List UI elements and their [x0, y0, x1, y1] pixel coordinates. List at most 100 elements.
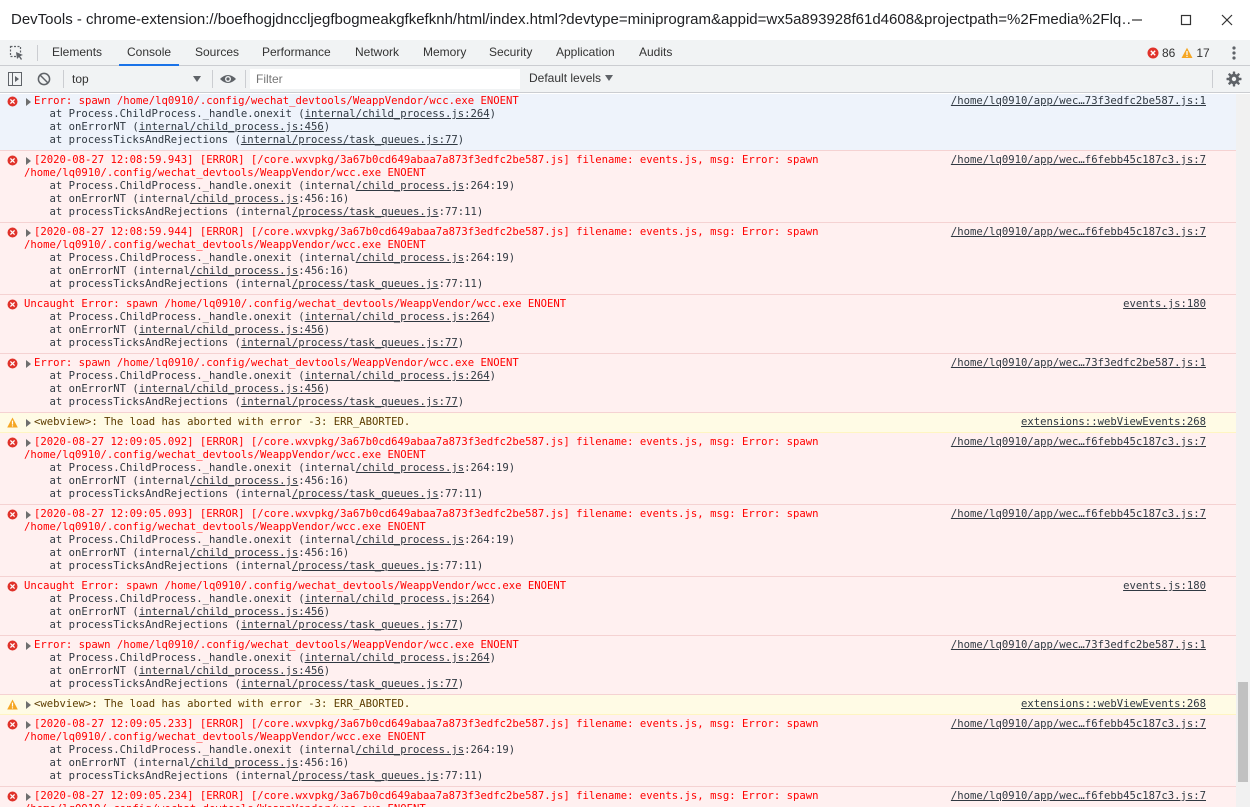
- expand-triangle-icon[interactable]: [26, 720, 31, 729]
- console-message-error[interactable]: [2020-08-27 12:08:59.943] [ERROR] [/core…: [0, 151, 1236, 223]
- console-message-error[interactable]: Error: spawn /home/lq0910/.config/wechat…: [0, 94, 1236, 151]
- tab-security[interactable]: Security: [489, 40, 532, 65]
- console-message-error[interactable]: [2020-08-27 12:09:05.093] [ERROR] [/core…: [0, 505, 1236, 577]
- stack-frame-link[interactable]: /child_process.js: [356, 534, 464, 546]
- source-link[interactable]: /home/lq0910/app/wec…73f3edfc2be587.js:1: [951, 95, 1206, 108]
- stack-frame-link[interactable]: internal/child_process.js:264: [305, 108, 490, 120]
- stack-frame-link[interactable]: /child_process.js: [356, 744, 464, 756]
- tab-console[interactable]: Console: [118, 40, 180, 66]
- console-message-warning[interactable]: <webview>: The load has aborted with err…: [0, 695, 1236, 715]
- more-options-button[interactable]: [1228, 44, 1240, 62]
- console-message-error[interactable]: Uncaught Error: spawn /home/lq0910/.conf…: [0, 295, 1236, 354]
- source-link[interactable]: events.js:180: [1123, 580, 1206, 593]
- source-link[interactable]: /home/lq0910/app/wec…73f3edfc2be587.js:1: [951, 357, 1206, 370]
- expand-triangle-icon[interactable]: [26, 510, 31, 519]
- show-sidebar-button[interactable]: [8, 72, 22, 91]
- message-text: [2020-08-27 12:08:59.944] [ERROR] [/core…: [34, 226, 819, 238]
- console-message-error[interactable]: [2020-08-27 12:09:05.092] [ERROR] [/core…: [0, 433, 1236, 505]
- message-text: Uncaught Error: spawn /home/lq0910/.conf…: [24, 580, 567, 592]
- error-count-icon: [1147, 47, 1159, 59]
- stack-frame-link[interactable]: internal/process/task_queues.js:77: [241, 396, 458, 408]
- console-scrollbar[interactable]: [1236, 94, 1250, 807]
- stack-frame-link[interactable]: internal/process/task_queues.js:77: [241, 337, 458, 349]
- stack-frame-link[interactable]: /child_process.js: [356, 462, 464, 474]
- tab-application[interactable]: Application: [556, 40, 615, 65]
- source-link[interactable]: events.js:180: [1123, 298, 1206, 311]
- console-message-error[interactable]: [2020-08-27 12:09:05.233] [ERROR] [/core…: [0, 715, 1236, 787]
- stack-frame-link[interactable]: internal/child_process.js:456: [139, 383, 324, 395]
- expand-triangle-icon[interactable]: [26, 641, 31, 650]
- issue-counter[interactable]: 86 17: [1147, 46, 1210, 60]
- minimize-button[interactable]: [1114, 0, 1160, 40]
- filter-input[interactable]: [250, 69, 520, 89]
- source-link[interactable]: extensions::webViewEvents:268: [1021, 698, 1206, 711]
- close-button[interactable]: [1204, 0, 1250, 40]
- console-message-error[interactable]: Error: spawn /home/lq0910/.config/wechat…: [0, 354, 1236, 413]
- tab-performance[interactable]: Performance: [262, 40, 331, 65]
- message-text: Error: spawn /home/lq0910/.config/wechat…: [34, 95, 519, 107]
- context-selector[interactable]: top: [64, 68, 206, 90]
- console-settings-button[interactable]: [1226, 71, 1242, 92]
- clear-console-button[interactable]: [37, 72, 51, 91]
- maximize-button[interactable]: [1163, 0, 1209, 40]
- tab-network[interactable]: Network: [355, 40, 399, 65]
- source-link[interactable]: extensions::webViewEvents:268: [1021, 416, 1206, 429]
- stack-frame-link[interactable]: /process/task_queues.js: [292, 488, 439, 500]
- expand-triangle-icon[interactable]: [26, 359, 31, 368]
- stack-frame-link[interactable]: internal/child_process.js:456: [139, 606, 324, 618]
- tab-sources[interactable]: Sources: [195, 40, 239, 65]
- tab-memory[interactable]: Memory: [423, 40, 466, 65]
- stack-frame-link[interactable]: /child_process.js: [190, 193, 298, 205]
- console-message-warning[interactable]: <webview>: The load has aborted with err…: [0, 413, 1236, 433]
- stack-frame-link[interactable]: internal/child_process.js:264: [305, 652, 490, 664]
- source-link[interactable]: /home/lq0910/app/wec…73f3edfc2be587.js:1: [951, 639, 1206, 652]
- tab-elements[interactable]: Elements: [52, 40, 102, 65]
- stack-frame-link[interactable]: /child_process.js: [356, 180, 464, 192]
- stack-frame-link[interactable]: /child_process.js: [190, 265, 298, 277]
- console-message-error[interactable]: [2020-08-27 12:09:05.234] [ERROR] [/core…: [0, 787, 1236, 807]
- stack-frame-link[interactable]: internal/process/task_queues.js:77: [241, 619, 458, 631]
- console-message-error[interactable]: Uncaught Error: spawn /home/lq0910/.conf…: [0, 577, 1236, 636]
- stack-frame-link[interactable]: /child_process.js: [190, 757, 298, 769]
- tab-audits[interactable]: Audits: [639, 40, 672, 65]
- stack-frame-link[interactable]: internal/child_process.js:264: [305, 593, 490, 605]
- source-link[interactable]: /home/lq0910/app/wec…f6febb45c187c3.js:7: [951, 718, 1206, 731]
- live-expression-button[interactable]: [219, 72, 237, 91]
- stack-frame-link[interactable]: internal/child_process.js:456: [139, 324, 324, 336]
- console-message-error[interactable]: Error: spawn /home/lq0910/.config/wechat…: [0, 636, 1236, 695]
- toolbar-divider-4: [1212, 70, 1213, 88]
- stack-frame-link[interactable]: internal/child_process.js:264: [305, 370, 490, 382]
- stack-frame-link[interactable]: /process/task_queues.js: [292, 560, 439, 572]
- expand-triangle-icon[interactable]: [26, 418, 31, 427]
- stack-frame-link[interactable]: internal/child_process.js:456: [139, 121, 324, 133]
- source-link[interactable]: /home/lq0910/app/wec…f6febb45c187c3.js:7: [951, 790, 1206, 803]
- source-link[interactable]: /home/lq0910/app/wec…f6febb45c187c3.js:7: [951, 508, 1206, 521]
- console-message-error[interactable]: [2020-08-27 12:08:59.944] [ERROR] [/core…: [0, 223, 1236, 295]
- stack-frame-link[interactable]: /child_process.js: [190, 475, 298, 487]
- expand-triangle-icon[interactable]: [26, 438, 31, 447]
- stack-frame-link[interactable]: /process/task_queues.js: [292, 278, 439, 290]
- stack-frame-link[interactable]: internal/child_process.js:264: [305, 311, 490, 323]
- expand-triangle-icon[interactable]: [26, 792, 31, 801]
- stack-frame-link[interactable]: internal/child_process.js:456: [139, 665, 324, 677]
- log-levels-dropdown[interactable]: Default levels: [529, 71, 614, 85]
- stack-frame: at processTicksAndRejections (internal/p…: [24, 134, 465, 147]
- expand-triangle-icon[interactable]: [26, 700, 31, 709]
- stack-frame-link[interactable]: internal/process/task_queues.js:77: [241, 678, 458, 690]
- expand-triangle-icon[interactable]: [26, 156, 31, 165]
- stack-frame-suffix: :264:19): [464, 462, 516, 474]
- source-link[interactable]: /home/lq0910/app/wec…f6febb45c187c3.js:7: [951, 154, 1206, 167]
- stack-frame: at processTicksAndRejections (internal/p…: [24, 488, 484, 501]
- stack-frame-suffix: ): [457, 134, 465, 146]
- expand-triangle-icon[interactable]: [26, 97, 31, 106]
- stack-frame-link[interactable]: /child_process.js: [190, 547, 298, 559]
- expand-triangle-icon[interactable]: [26, 228, 31, 237]
- inspect-element-button[interactable]: [9, 45, 25, 66]
- stack-frame-link[interactable]: /process/task_queues.js: [292, 206, 439, 218]
- source-link[interactable]: /home/lq0910/app/wec…f6febb45c187c3.js:7: [951, 226, 1206, 239]
- stack-frame-link[interactable]: /process/task_queues.js: [292, 770, 439, 782]
- source-link[interactable]: /home/lq0910/app/wec…f6febb45c187c3.js:7: [951, 436, 1206, 449]
- stack-frame-link[interactable]: internal/process/task_queues.js:77: [241, 134, 458, 146]
- scrollbar-thumb[interactable]: [1238, 682, 1248, 782]
- stack-frame-link[interactable]: /child_process.js: [356, 252, 464, 264]
